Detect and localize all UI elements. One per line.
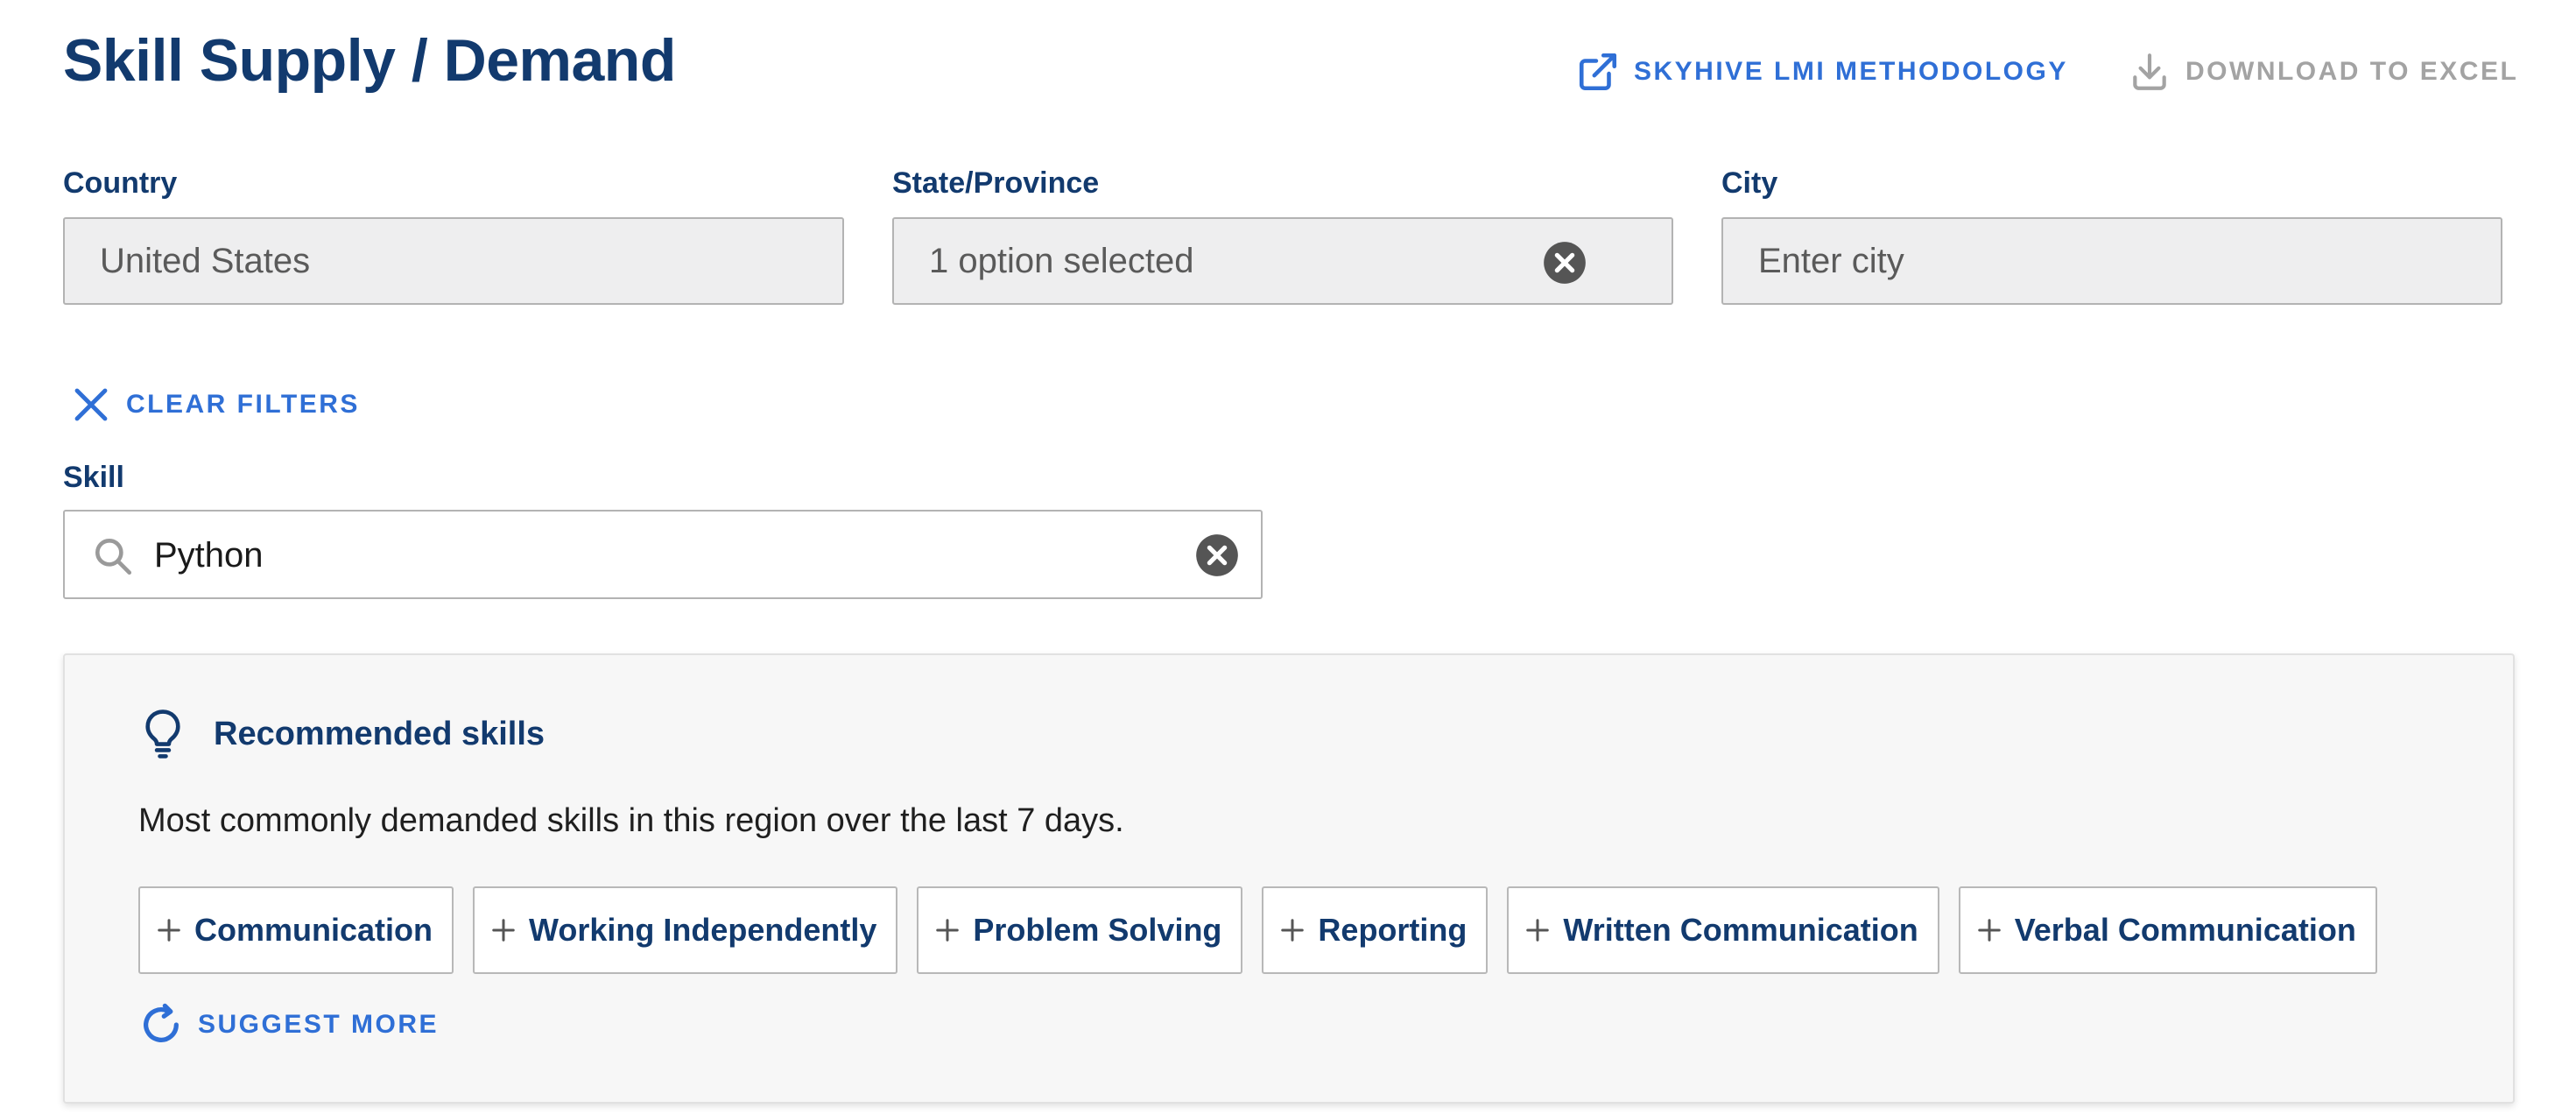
skill-chip[interactable]: Verbal Communication	[1958, 886, 2377, 974]
lightbulb-icon	[145, 709, 180, 759]
city-placeholder: Enter city	[1758, 241, 1904, 280]
search-icon	[95, 539, 132, 575]
recommended-header: Recommended skills	[138, 706, 545, 762]
country-select[interactable]: United States	[63, 217, 844, 305]
clear-circle-icon[interactable]	[1542, 240, 1587, 286]
plus-icon	[936, 919, 960, 942]
skill-chip-label: Reporting	[1318, 912, 1467, 948]
clear-filters-button[interactable]: CLEAR FILTERS	[70, 378, 360, 431]
recommended-skills-panel: Recommended skills Most commonly demande…	[63, 653, 2515, 1104]
skill-chip[interactable]: Problem Solving	[917, 886, 1243, 974]
skill-chip-label: Communication	[194, 912, 433, 948]
skill-search-input[interactable]	[154, 527, 1161, 583]
download-icon	[2133, 53, 2166, 90]
skill-chip[interactable]: Communication	[138, 886, 454, 974]
page-title: Skill Supply / Demand	[63, 27, 676, 94]
skill-chip-label: Working Independently	[529, 912, 877, 948]
skill-chip-label: Problem Solving	[973, 912, 1222, 948]
clear-circle-icon[interactable]	[1194, 533, 1240, 578]
download-label: DOWNLOAD TO EXCEL	[2185, 57, 2519, 86]
country-label: Country	[63, 166, 178, 200]
skill-chip-label: Written Communication	[1563, 912, 1918, 948]
methodology-label: SKYHIVE LMI METHODOLOGY	[1634, 57, 2068, 86]
download-excel-button[interactable]: DOWNLOAD TO EXCEL	[2128, 46, 2518, 98]
suggest-more-button[interactable]: SUGGEST MORE	[138, 999, 439, 1051]
state-select[interactable]: 1 option selected	[892, 217, 1673, 305]
plus-icon	[158, 919, 180, 942]
state-label: State/Province	[892, 166, 1100, 200]
plus-icon	[492, 919, 515, 942]
clear-filters-label: CLEAR FILTERS	[126, 390, 360, 419]
state-value: 1 option selected	[929, 241, 1194, 280]
plus-icon	[1978, 919, 2001, 942]
suggest-more-label: SUGGEST MORE	[198, 1010, 440, 1039]
city-label: City	[1721, 166, 1778, 200]
skill-chip-label: Verbal Communication	[2014, 912, 2356, 948]
skill-label: Skill	[63, 461, 124, 494]
close-icon	[74, 388, 108, 421]
skill-chip[interactable]: Working Independently	[473, 886, 898, 974]
skill-chip[interactable]: Written Communication	[1507, 886, 1939, 974]
city-input[interactable]: Enter city	[1721, 217, 2502, 305]
recommended-title: Recommended skills	[214, 715, 545, 752]
refresh-icon	[144, 1003, 179, 1042]
recommended-description: Most commonly demanded skills in this re…	[138, 802, 1124, 839]
skill-supply-demand-page: Skill Supply / Demand SKYHIVE LMI METHOD…	[0, 0, 2576, 1115]
plus-icon	[1526, 919, 1550, 942]
skill-search-field[interactable]	[63, 510, 1263, 599]
skill-chip[interactable]: Reporting	[1262, 886, 1489, 974]
country-value: United States	[100, 241, 311, 280]
plus-icon	[1281, 919, 1305, 942]
external-link-icon	[1579, 53, 1617, 91]
methodology-link[interactable]: SKYHIVE LMI METHODOLOGY	[1576, 46, 2068, 98]
skill-chip-list: Communication Working Independently Prob…	[138, 886, 2377, 974]
